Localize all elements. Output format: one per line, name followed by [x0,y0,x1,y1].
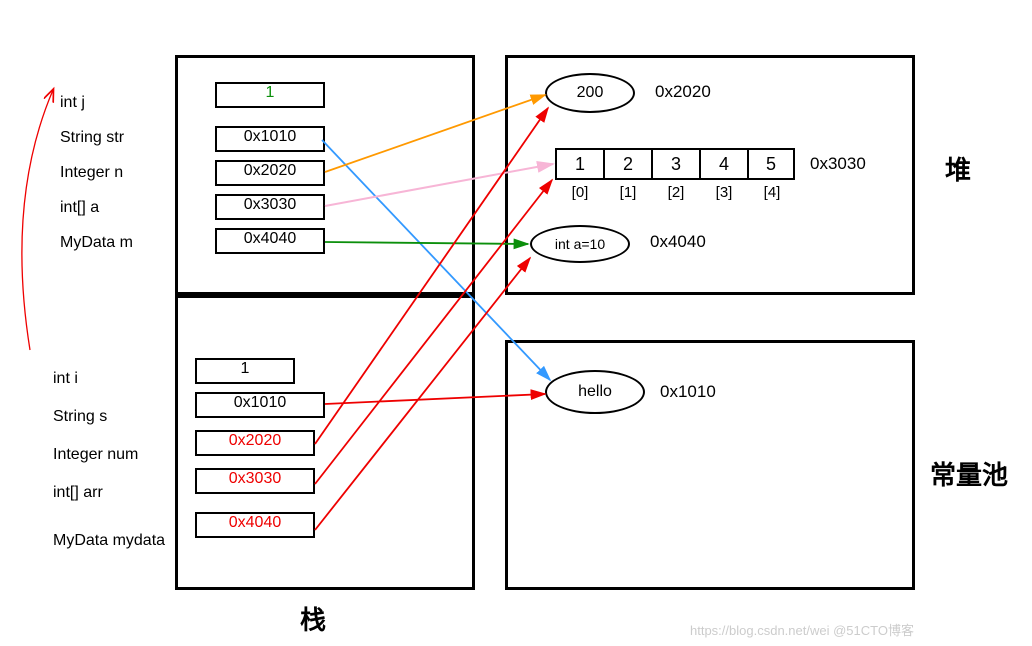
var-label: Integer n [60,155,133,190]
var-label: String str [60,120,133,155]
stack-value: 1 [195,358,295,384]
stack-lower-vars: int i String s Integer num int[] arr MyD… [53,360,165,560]
array-index: [4] [752,184,792,201]
stack-label: 栈 [300,600,326,637]
array-cell: 1 [555,148,603,180]
stack-value: 0x4040 [215,228,325,254]
var-label: String s [53,398,165,436]
stack-upper-vars: int j String str Integer n int[] a MyDat… [60,85,133,260]
stack-value: 0x3030 [195,468,315,494]
array-index: [1] [608,184,648,201]
stack-value: 0x3030 [215,194,325,220]
var-label: MyData mydata [53,522,165,560]
constpool-hello: hello [545,370,645,414]
heap-mydata: int a=10 [530,225,630,263]
obj-addr: 0x4040 [650,232,706,252]
stack-value: 0x2020 [195,430,315,456]
var-label: MyData m [60,225,133,260]
stack-value: 0x1010 [215,126,325,152]
heap-array: 1 2 3 4 5 [555,148,795,180]
heap-label: 堆 [945,150,971,187]
array-cell: 2 [603,148,651,180]
array-cell: 3 [651,148,699,180]
constpool-label: 常量池 [930,455,1008,492]
stack-lower-values: 1 0x1010 0x2020 0x3030 0x4040 [195,358,325,546]
obj-value: 200 [577,84,604,102]
var-label: int i [53,360,165,398]
var-label: int[] arr [53,474,165,512]
stack-upper-values: 1 0x1010 0x2020 0x3030 0x4040 [215,82,325,262]
var-label: int[] a [60,190,133,225]
obj-addr: 0x1010 [660,382,716,402]
stack-value: 1 [215,82,325,108]
var-label: Integer num [53,436,165,474]
array-index: [0] [560,184,600,201]
var-label: int j [60,85,133,120]
heap-obj-200: 200 [545,73,635,113]
array-index: [3] [704,184,744,201]
array-addr: 0x3030 [810,154,866,174]
stack-value: 0x1010 [195,392,325,418]
watermark: https://blog.csdn.net/wei @51CTO博客 [690,620,914,639]
array-cell: 4 [699,148,747,180]
array-cell: 5 [747,148,795,180]
obj-value: hello [578,383,612,401]
obj-value: int a=10 [555,236,605,252]
stack-value: 0x2020 [215,160,325,186]
obj-addr: 0x2020 [655,82,711,102]
stack-value: 0x4040 [195,512,315,538]
array-index: [2] [656,184,696,201]
